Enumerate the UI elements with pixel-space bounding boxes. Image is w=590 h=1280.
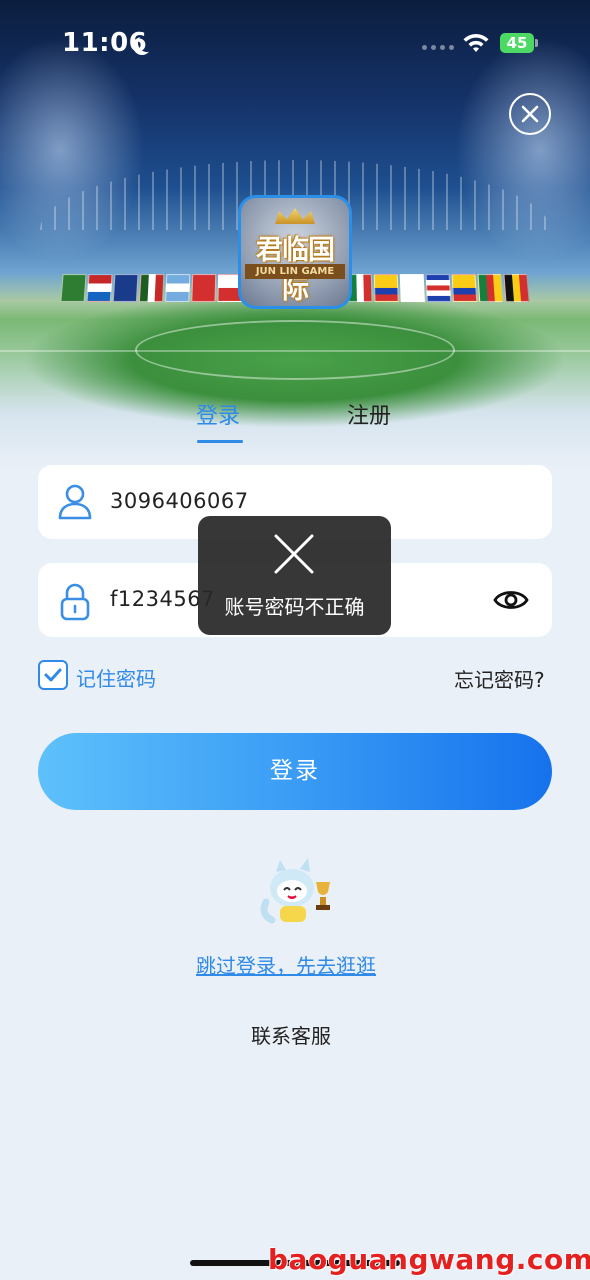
lock-icon xyxy=(60,583,90,621)
toast-message: 账号密码不正确 xyxy=(224,595,365,619)
signal-icon xyxy=(422,45,454,50)
crown-icon xyxy=(275,208,315,224)
moon-icon xyxy=(138,34,156,52)
battery-indicator: 45 xyxy=(500,33,534,53)
app-logo: 君临国际 JUN LIN GAME xyxy=(238,195,352,309)
forgot-password-link[interactable]: 忘记密码? xyxy=(454,664,545,693)
close-icon xyxy=(521,105,539,123)
user-icon xyxy=(58,484,92,520)
contact-service-link[interactable]: 联系客服 xyxy=(251,1020,331,1049)
skip-login-link[interactable]: 跳过登录，先去逛逛 xyxy=(196,950,376,979)
tab-register[interactable]: 注册 xyxy=(347,398,391,430)
username-input[interactable] xyxy=(110,489,490,513)
status-bar: 11:06 45 xyxy=(0,0,590,88)
logo-subtitle: JUN LIN GAME xyxy=(245,264,345,279)
status-time: 11:06 xyxy=(62,28,148,58)
watermark-text: baoguangwang.com xyxy=(268,1243,590,1276)
close-button[interactable] xyxy=(509,93,551,135)
wifi-icon xyxy=(463,33,489,52)
close-icon xyxy=(274,534,314,574)
remember-label[interactable]: 记住密码 xyxy=(76,663,156,692)
error-toast: 账号密码不正确 xyxy=(198,516,391,635)
login-button[interactable]: 登录 xyxy=(38,733,552,810)
check-icon xyxy=(44,668,62,682)
active-tab-indicator xyxy=(197,440,243,443)
tab-login[interactable]: 登录 xyxy=(196,398,240,430)
remember-checkbox[interactable] xyxy=(38,660,68,690)
eye-icon[interactable] xyxy=(493,583,529,617)
battery-tip xyxy=(535,39,538,47)
pitch-center-circle xyxy=(135,320,455,380)
mascot-image xyxy=(260,858,330,924)
